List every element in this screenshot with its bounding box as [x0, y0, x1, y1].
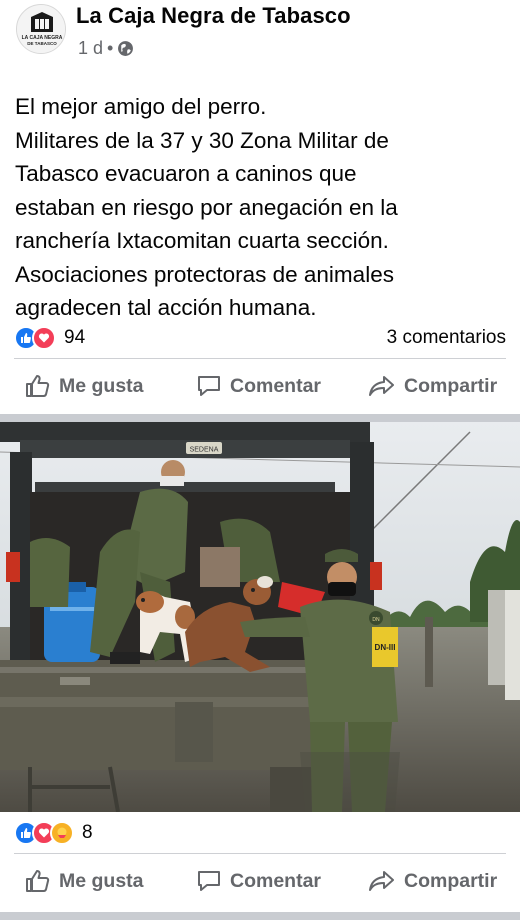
section-separator — [0, 414, 520, 422]
share-label: Compartir — [404, 374, 498, 397]
post-text-line: El mejor amigo del perro. — [15, 94, 267, 119]
comment-icon — [198, 376, 220, 396]
page-avatar[interactable]: LA CAJA NEGRA DE TABASCO — [16, 4, 66, 54]
meta-separator: • — [107, 38, 114, 58]
post-header: LA CAJA NEGRA DE TABASCO La Caja Negra d… — [0, 0, 520, 82]
comment-button[interactable]: Comentar — [196, 374, 321, 398]
photo-like-button[interactable]: Me gusta — [25, 869, 144, 893]
post-text-line: Asociaciones protectoras de animales — [15, 261, 394, 287]
post-actions: Me gusta Comentar Compartir — [0, 360, 520, 412]
photo-reaction-icons[interactable] — [14, 821, 74, 845]
share-label: Compartir — [404, 869, 498, 892]
reaction-count[interactable]: 94 — [64, 327, 85, 349]
share-button[interactable]: Compartir — [368, 374, 497, 398]
post-text-line: agradecen tal acción humana. — [15, 295, 317, 320]
photo-share-button[interactable]: Compartir — [368, 869, 497, 893]
avatar-text-2: DE TABASCO — [27, 41, 57, 46]
comment-icon — [198, 871, 220, 891]
thumbs-up-icon — [26, 375, 50, 397]
page-name[interactable]: La Caja Negra de Tabasco — [76, 3, 351, 29]
divider — [14, 853, 506, 854]
post-text-line: ranchería Ixtacomitan cuarta sección. — [15, 228, 389, 253]
like-label: Me gusta — [59, 869, 144, 892]
truck-plate-text: SEDENA — [190, 447, 219, 454]
post-photo[interactable]: SEDENA DN-III DN — [0, 422, 520, 812]
post-text-line: Tabasco evacuaron a caninos que — [15, 161, 357, 186]
comment-label: Comentar — [230, 374, 322, 397]
share-icon — [369, 871, 394, 891]
like-label: Me gusta — [59, 374, 144, 397]
care-icon — [50, 821, 74, 845]
thumbs-up-icon — [26, 870, 50, 892]
comments-count[interactable]: 3 comentarios — [387, 327, 506, 349]
page-logo-icon: LA CAJA NEGRA DE TABASCO — [17, 5, 65, 53]
post-meta: 1 d • — [78, 38, 134, 59]
divider — [14, 358, 506, 359]
like-button[interactable]: Me gusta — [25, 374, 144, 398]
post-text-line: Militares de la 37 y 30 Zona Militar de — [15, 127, 389, 153]
arm-badge-text: DN-III — [375, 643, 396, 652]
section-separator — [0, 912, 520, 920]
photo-reactions-row: 8 — [14, 820, 506, 846]
share-icon — [369, 376, 394, 396]
photo-comment-button[interactable]: Comentar — [196, 869, 321, 893]
photo-actions: Me gusta Comentar Compartir — [0, 855, 520, 907]
globe-icon — [118, 41, 134, 56]
photo-reaction-count[interactable]: 8 — [82, 822, 93, 844]
emblem-text: DN — [372, 617, 380, 623]
post-text-line: estaban en riesgo por anegación en la — [15, 194, 398, 220]
love-icon — [32, 326, 56, 350]
post-time[interactable]: 1 d — [78, 38, 103, 59]
post-text: El mejor amigo del perro. Militares de l… — [15, 90, 510, 325]
photo-soldiers-dogs-truck: SEDENA DN-III DN — [0, 422, 520, 812]
post-reactions-row: 94 3 comentarios — [14, 325, 506, 351]
comment-label: Comentar — [230, 869, 322, 892]
reaction-icons[interactable] — [14, 326, 56, 350]
